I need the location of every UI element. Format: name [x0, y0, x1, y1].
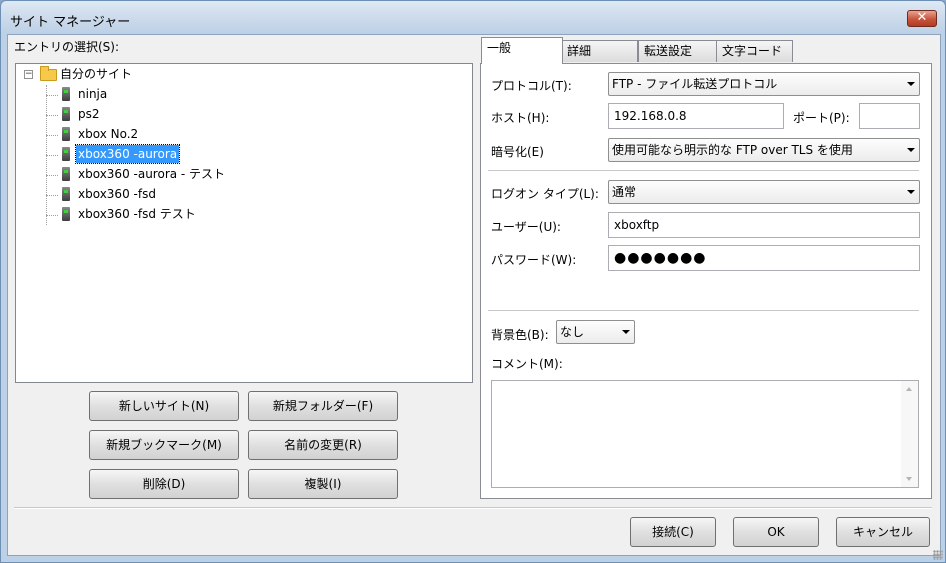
new-folder-button[interactable]: 新規フォルダー(F): [248, 391, 398, 421]
tree-item-label: xbox360 -aurora - テスト: [78, 167, 226, 181]
footer-separator: [14, 507, 932, 509]
tree-item-label: xbox360 -fsd テスト: [78, 207, 196, 221]
dropdown-arrow-icon: [907, 82, 915, 86]
server-icon: [62, 187, 70, 201]
close-icon: ✕: [916, 10, 928, 25]
tree-root-my-sites[interactable]: 自分のサイト: [60, 65, 132, 83]
encryption-select[interactable]: 使用可能なら明示的な FTP over TLS を使用: [608, 138, 920, 162]
tree-branch-line: [46, 95, 58, 96]
tab-advanced[interactable]: 詳細: [561, 40, 638, 62]
site-tree[interactable]: − 自分のサイト ninja ps2 xbox No.2 xbox360 -au…: [15, 63, 473, 383]
server-icon: [62, 127, 70, 141]
user-input[interactable]: xboxftp: [608, 212, 920, 238]
tree-branch-line: [46, 195, 58, 196]
dropdown-arrow-icon: [622, 330, 630, 334]
server-icon: [62, 87, 70, 101]
logon-type-value: 通常: [612, 185, 637, 199]
logon-type-select[interactable]: 通常: [608, 180, 920, 204]
protocol-label: プロトコル(T):: [491, 79, 572, 93]
user-label: ユーザー(U):: [491, 220, 561, 234]
delete-button[interactable]: 削除(D): [89, 469, 239, 499]
comment-label: コメント(M):: [491, 357, 563, 371]
tree-item-label: xbox360 -fsd: [78, 187, 156, 201]
scroll-up-icon[interactable]: [906, 387, 912, 391]
comment-textarea[interactable]: [491, 380, 919, 488]
port-input[interactable]: [859, 103, 920, 129]
tree-item-label: ninja: [78, 87, 108, 101]
resize-grip-icon[interactable]: [933, 550, 943, 560]
host-label: ホスト(H):: [491, 111, 550, 125]
password-label: パスワード(W):: [491, 253, 577, 267]
host-input[interactable]: 192.168.0.8: [608, 103, 784, 129]
bgcolor-value: なし: [560, 325, 585, 339]
password-input[interactable]: ●●●●●●●: [608, 245, 920, 271]
port-label: ポート(P):: [793, 111, 850, 125]
collapse-icon[interactable]: −: [24, 70, 33, 79]
tree-item-label: ps2: [78, 107, 100, 121]
server-icon: [62, 107, 70, 121]
protocol-value: FTP - ファイル転送プロトコル: [612, 77, 778, 91]
tab-general[interactable]: 一般: [481, 37, 563, 64]
entry-select-label: エントリの選択(S):: [14, 40, 120, 54]
protocol-select[interactable]: FTP - ファイル転送プロトコル: [608, 72, 920, 96]
close-button[interactable]: ✕: [907, 10, 937, 27]
server-icon: [62, 167, 70, 181]
ok-button[interactable]: OK: [733, 517, 819, 547]
new-site-button[interactable]: 新しいサイト(N): [89, 391, 239, 421]
encryption-label: 暗号化(E): [491, 145, 544, 159]
bgcolor-label: 背景色(B):: [491, 328, 549, 342]
tree-branch-line: [46, 135, 58, 136]
title-bar: サイト マネージャー ✕: [0, 0, 946, 34]
tree-item-label-selected: xbox360 -aurora: [74, 144, 181, 164]
comment-scrollbar[interactable]: [901, 381, 918, 487]
tab-charset[interactable]: 文字コード: [716, 40, 793, 62]
scroll-down-icon[interactable]: [906, 477, 912, 481]
dropdown-arrow-icon: [907, 148, 915, 152]
encryption-value: 使用可能なら明示的な FTP over TLS を使用: [612, 143, 853, 157]
tab-transfer-settings[interactable]: 転送設定: [638, 40, 717, 62]
tree-branch-line: [46, 215, 58, 216]
server-icon: [62, 207, 70, 221]
tree-branch-line: [46, 115, 58, 116]
server-icon: [62, 147, 70, 161]
folder-icon: [40, 66, 57, 81]
tree-branch-line: [46, 155, 58, 156]
connect-button[interactable]: 接続(C): [630, 517, 716, 547]
tree-branch-line: [46, 175, 58, 176]
window-title: サイト マネージャー: [10, 15, 131, 30]
new-bookmark-button[interactable]: 新規ブックマーク(M): [89, 430, 239, 460]
cancel-button[interactable]: キャンセル: [836, 517, 930, 547]
rename-button[interactable]: 名前の変更(R): [248, 430, 398, 460]
duplicate-button[interactable]: 複製(I): [248, 469, 398, 499]
separator: [488, 310, 919, 312]
separator: [488, 170, 919, 172]
logon-type-label: ログオン タイプ(L):: [491, 187, 599, 201]
tree-item-label: xbox No.2: [78, 127, 139, 141]
bgcolor-select[interactable]: なし: [556, 320, 635, 344]
dropdown-arrow-icon: [907, 190, 915, 194]
